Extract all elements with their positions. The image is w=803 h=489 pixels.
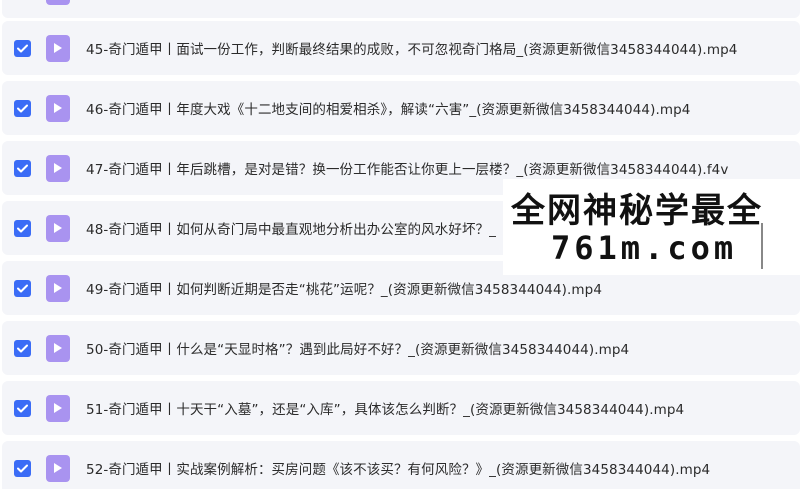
checkbox[interactable]: [14, 219, 31, 237]
checkmark-icon: [17, 44, 28, 52]
play-icon: [54, 223, 62, 233]
file-name[interactable]: 48-奇门遁甲丨如何从奇门局中最直观地分析出办公室的风水好坏？_: [86, 218, 496, 238]
video-file-icon: [46, 94, 70, 122]
video-file-icon: [46, 214, 70, 242]
checkbox[interactable]: [14, 279, 31, 297]
checkbox[interactable]: [14, 399, 31, 417]
video-file-icon: [46, 394, 70, 422]
checkmark-icon: [17, 224, 28, 232]
list-item[interactable]: 51-奇门遁甲丨十天干“入墓”，还是“入库”，具体该怎么判断？_(资源更新微信3…: [2, 381, 800, 435]
checkmark-icon: [17, 464, 28, 472]
checkmark-icon: [17, 284, 28, 292]
list-item[interactable]: 46-奇门遁甲丨年度大戏《十二地支间的相爱相杀》，解读“六害”_(资源更新微信3…: [2, 81, 800, 135]
file-name[interactable]: 47-奇门遁甲丨年后跳槽，是对是错？换一份工作能否让你更上一层楼？_(资源更新微…: [86, 158, 728, 178]
video-file-icon: [46, 274, 70, 302]
play-icon: [54, 403, 62, 413]
file-list: 45-奇门遁甲丨面试一份工作，判断最终结果的成败，不可忽视奇门格局_(资源更新微…: [0, 0, 803, 489]
watermark-divider: [761, 223, 763, 269]
play-icon: [54, 283, 62, 293]
file-name[interactable]: 49-奇门遁甲丨如何判断近期是否走“桃花”运呢？_(资源更新微信34583440…: [86, 278, 602, 298]
checkmark-icon: [17, 404, 28, 412]
play-icon: [54, 43, 62, 53]
watermark-title: 全网神秘学最全: [511, 191, 763, 231]
checkmark-icon: [17, 344, 28, 352]
checkbox[interactable]: [14, 459, 31, 477]
file-name[interactable]: 45-奇门遁甲丨面试一份工作，判断最终结果的成败，不可忽视奇门格局_(资源更新微…: [86, 38, 737, 58]
checkmark-icon: [17, 104, 28, 112]
list-item[interactable]: 50-奇门遁甲丨什么是“天显时格”？遇到此局好不好？_(资源更新微信345834…: [2, 321, 800, 375]
checkmark-icon: [17, 164, 28, 172]
play-icon: [54, 463, 62, 473]
watermark-overlay: 全网神秘学最全 761m.com: [503, 179, 803, 275]
video-file-icon: [46, 154, 70, 182]
video-file-icon: [46, 0, 70, 5]
checkbox[interactable]: [14, 99, 31, 117]
checkbox[interactable]: [14, 339, 31, 357]
file-name[interactable]: 50-奇门遁甲丨什么是“天显时格”？遇到此局好不好？_(资源更新微信345834…: [86, 338, 629, 358]
checkbox[interactable]: [14, 39, 31, 57]
video-file-icon: [46, 454, 70, 482]
file-name[interactable]: 46-奇门遁甲丨年度大戏《十二地支间的相爱相杀》，解读“六害”_(资源更新微信3…: [86, 98, 690, 118]
watermark-url: 761m.com: [551, 229, 738, 267]
play-icon: [54, 103, 62, 113]
video-file-icon: [46, 34, 70, 62]
file-name[interactable]: 52-奇门遁甲丨实战案例解析：买房问题《该不该买？有何风险？》_(资源更新微信3…: [86, 458, 710, 478]
file-name[interactable]: 51-奇门遁甲丨十天干“入墓”，还是“入库”，具体该怎么判断？_(资源更新微信3…: [86, 398, 684, 418]
checkbox[interactable]: [14, 159, 31, 177]
list-item[interactable]: 45-奇门遁甲丨面试一份工作，判断最终结果的成败，不可忽视奇门格局_(资源更新微…: [2, 21, 800, 75]
play-icon: [54, 343, 62, 353]
video-file-icon: [46, 334, 70, 362]
list-item[interactable]: 52-奇门遁甲丨实战案例解析：买房问题《该不该买？有何风险？》_(资源更新微信3…: [2, 441, 800, 489]
play-icon: [54, 163, 62, 173]
list-item[interactable]: [2, 0, 800, 18]
